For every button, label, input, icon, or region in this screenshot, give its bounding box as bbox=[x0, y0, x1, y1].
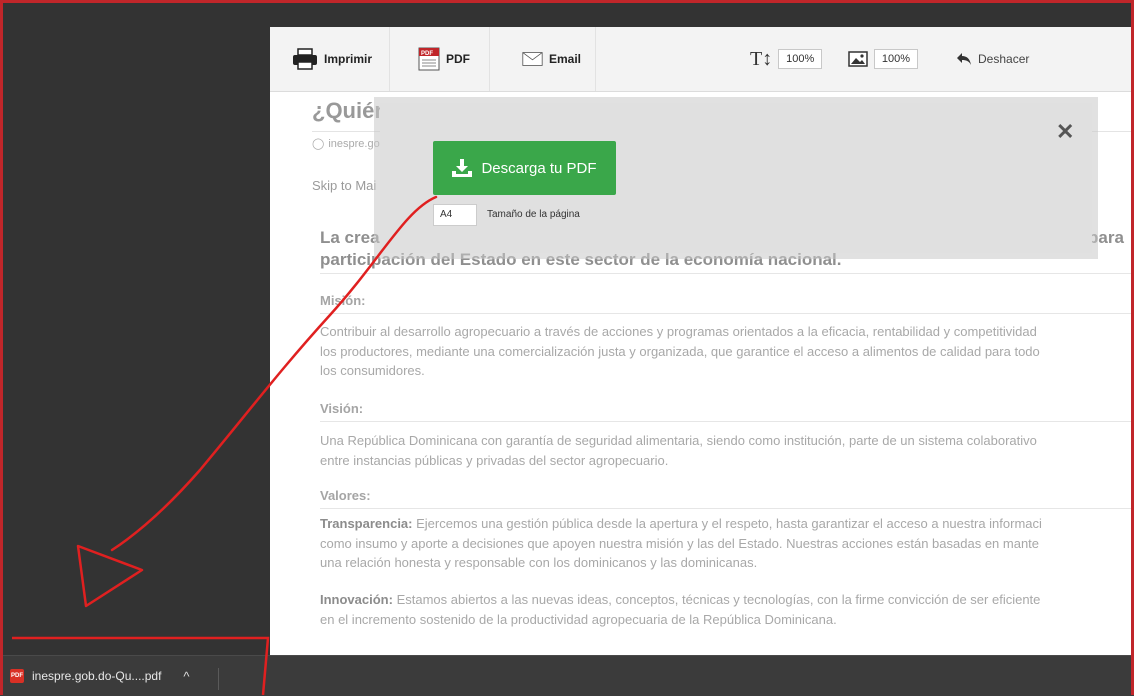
divider bbox=[320, 313, 1134, 314]
lead-text-start: La crea bbox=[320, 228, 380, 247]
lead-text-end: para bbox=[1088, 228, 1124, 247]
svg-text:PDF: PDF bbox=[421, 51, 433, 57]
text-line: en el incremento sostenido de la product… bbox=[320, 611, 837, 627]
page-size-label: Tamaño de la página bbox=[487, 209, 580, 220]
pdf-button[interactable]: PDF PDF bbox=[404, 27, 490, 91]
undo-icon bbox=[957, 53, 971, 65]
divider bbox=[320, 421, 1134, 422]
download-shelf: PDF inespre.gob.do-Qu....pdf ^ bbox=[0, 655, 1134, 696]
toolbar: Imprimir PDF PDF Email T↕ 100% 100% Desh… bbox=[270, 27, 1134, 92]
envelope-icon bbox=[522, 52, 543, 66]
divider bbox=[320, 508, 1134, 509]
annotation-arrow-head bbox=[76, 544, 144, 608]
text-line: como insumo y aporte a decisiones que ap… bbox=[320, 535, 1040, 551]
text-size-input[interactable]: 100% bbox=[778, 49, 823, 69]
vision-heading: Visión: bbox=[320, 401, 364, 416]
term: Transparencia: bbox=[320, 516, 413, 531]
pdf-label: PDF bbox=[446, 52, 470, 66]
download-pdf-label: Descarga tu PDF bbox=[481, 159, 597, 177]
undo-button[interactable]: Deshacer bbox=[956, 27, 1029, 91]
article-title: ¿Quién bbox=[312, 98, 388, 123]
lead-text-line2: participación del Estado en este sector … bbox=[320, 250, 842, 269]
text-line: los productores, mediante una comerciali… bbox=[320, 343, 1040, 359]
close-icon[interactable]: ✕ bbox=[1056, 119, 1074, 145]
downloaded-file-item[interactable]: PDF inespre.gob.do-Qu....pdf ^ bbox=[10, 656, 190, 696]
text-size-control: T↕ 100% bbox=[750, 27, 823, 91]
text-line: una relación honesta y responsable con l… bbox=[320, 555, 758, 570]
pdf-file-icon: PDF bbox=[10, 669, 24, 683]
downloaded-file-name: inespre.gob.do-Qu....pdf bbox=[32, 669, 162, 683]
print-button[interactable]: Imprimir bbox=[278, 27, 390, 91]
text-line: entre instancias públicas y privadas del… bbox=[320, 452, 669, 468]
download-icon bbox=[452, 159, 473, 177]
text-line-content: Estamos abiertos a las nuevas ideas, con… bbox=[392, 592, 1041, 607]
image-icon bbox=[848, 51, 868, 67]
text-line: Una República Dominicana con garantía de… bbox=[320, 433, 1037, 448]
text-line: los consumidores. bbox=[320, 363, 425, 378]
transparencia-paragraph: Transparencia: Ejercemos una gestión púb… bbox=[320, 514, 1134, 573]
mision-paragraph: Contribuir al desarrollo agropecuario a … bbox=[320, 322, 1134, 381]
divider bbox=[320, 273, 1134, 274]
printer-icon bbox=[293, 48, 317, 70]
email-button[interactable]: Email bbox=[508, 27, 596, 91]
skip-link[interactable]: Skip to Mai bbox=[312, 178, 376, 193]
text-line-content: Ejercemos una gestión pública desde la a… bbox=[412, 516, 1042, 531]
source-line: ◯ inespre.go bbox=[312, 137, 380, 151]
innovacion-paragraph: Innovación: Estamos abiertos a las nueva… bbox=[320, 590, 1134, 629]
link-icon: ◯ bbox=[312, 138, 325, 150]
text-line: Transparencia: Ejercemos una gestión púb… bbox=[320, 514, 1134, 534]
pdf-icon: PDF bbox=[418, 47, 440, 71]
shelf-divider bbox=[218, 668, 219, 690]
print-label: Imprimir bbox=[324, 52, 373, 66]
text-line: Contribuir al desarrollo agropecuario a … bbox=[320, 324, 1037, 339]
image-size-control: 100% bbox=[848, 27, 918, 91]
chevron-up-icon[interactable]: ^ bbox=[183, 669, 189, 684]
text-size-icon: T↕ bbox=[750, 47, 773, 70]
download-pdf-button[interactable]: Descarga tu PDF bbox=[433, 141, 616, 195]
valores-heading: Valores: bbox=[320, 488, 371, 503]
text-line: Innovación: Estamos abiertos a las nueva… bbox=[320, 590, 1134, 610]
vision-paragraph: Una República Dominicana con garantía de… bbox=[320, 431, 1134, 470]
undo-label: Deshacer bbox=[978, 52, 1030, 66]
mision-heading: Misión: bbox=[320, 293, 366, 308]
term: Innovación: bbox=[320, 592, 393, 607]
page-size-select[interactable]: A4 bbox=[433, 204, 477, 226]
source-url: inespre.go bbox=[328, 137, 380, 150]
email-label: Email bbox=[548, 52, 581, 66]
image-size-input[interactable]: 100% bbox=[874, 49, 918, 69]
download-modal: ✕ Descarga tu PDF A4 Tamaño de la página bbox=[380, 103, 1092, 253]
